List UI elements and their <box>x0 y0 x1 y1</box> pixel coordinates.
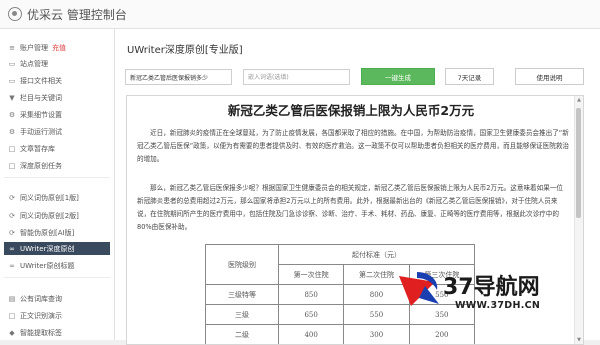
refresh-icon: ⟳ <box>9 193 15 202</box>
sidebar-item-public-lexicon[interactable]: ▤ 公有词库查询 <box>4 292 110 305</box>
sidebar-item-smart-tags[interactable]: ◆ 智能提取标签 <box>4 326 110 339</box>
sidebar-divider <box>4 277 110 278</box>
square-icon: □ <box>8 161 16 170</box>
window-icon: ▭ <box>8 59 16 68</box>
sidebar-item-ai-rewrite[interactable]: ⟳ 智能伪原创[AI版] <box>4 226 110 239</box>
history-button[interactable]: 7天记录 <box>445 68 494 85</box>
sidebar-item-account[interactable]: ≡ 账户管理 充值 <box>4 41 110 54</box>
sidebar-item-uwriter-deep-original[interactable]: ∞ UWriter深度原创 <box>4 242 110 255</box>
refresh-icon: ⟳ <box>9 211 15 220</box>
refresh-icon: ⟳ <box>9 228 15 237</box>
sidebar-item-label: 同义词伪原创[1版] <box>20 193 79 202</box>
site-watermark: 37导航网 WWW.37DH.CN <box>395 266 600 340</box>
sidebar-item-sites[interactable]: ▭ 站点管理 <box>4 57 110 70</box>
sidebar-item-text-recognition-demo[interactable]: □ 正文识别演示 <box>4 309 110 322</box>
recharge-link[interactable]: 充值 <box>52 43 66 53</box>
article-paragraph: 那么，新冠乙类乙管后医保报多少呢？根据国家卫生健康委员会的相关规定，新冠乙类乙管… <box>137 184 564 231</box>
sidebar-item-label: 文章暂存库 <box>20 144 55 153</box>
sidebar-item-collect-settings[interactable]: ⚙ 采集细节设置 <box>4 108 110 121</box>
app-title: 优采云 管理控制台 <box>27 7 127 22</box>
square-icon: □ <box>8 311 16 320</box>
page-title: UWriter深度原创[专业版] <box>127 45 243 56</box>
sidebar-item-synonym-v2[interactable]: ⟳ 同义词伪原创[2版] <box>4 209 110 222</box>
sidebar-item-label: 手动运行测试 <box>20 127 62 136</box>
watermark-name: 37导航网 <box>443 275 540 300</box>
gear-icon: ⚙ <box>8 110 16 119</box>
sidebar-item-manual-run[interactable]: ⚙ 手动运行测试 <box>4 125 110 138</box>
sidebar-item-label: 智能伪原创[AI版] <box>20 228 75 237</box>
sidebar-item-deep-original-tasks[interactable]: □ 深度原创任务 <box>4 159 110 172</box>
scrollbar-thumb[interactable] <box>576 108 581 218</box>
watermark-logo-icon <box>399 272 439 306</box>
sidebar: ≡ 账户管理 充值 ▭ 站点管理 ▭ 接口文件相关 ▼ 栏目与关键词 ⚙ 采集细… <box>0 29 115 340</box>
article-title: 新冠乙类乙管后医保报销上限为人民币2万元 <box>227 103 475 118</box>
tag-icon: ◆ <box>9 328 15 337</box>
app-logo[interactable]: 优采云 管理控制台 <box>8 6 127 23</box>
sidebar-item-label: 接口文件相关 <box>20 76 62 85</box>
sidebar-item-label: 正文识别演示 <box>20 311 62 320</box>
sidebar-item-synonym-v1[interactable]: ⟳ 同义词伪原创[1版] <box>4 191 110 204</box>
table-header-level: 医院级别 <box>205 244 279 285</box>
keyword-input[interactable] <box>243 69 350 85</box>
book-icon: ▤ <box>8 294 16 303</box>
link-icon: ∞ <box>9 244 15 253</box>
sidebar-item-columns-keywords[interactable]: ▼ 栏目与关键词 <box>4 91 110 104</box>
table-cell-level: 三级特等 <box>205 284 279 305</box>
sidebar-item-label: 采集细节设置 <box>20 110 62 119</box>
sidebar-item-label: UWriter深度原创 <box>20 244 75 253</box>
title-input[interactable] <box>125 69 232 85</box>
sidebar-item-label: 账户管理 <box>20 43 48 52</box>
sidebar-item-label: UWriter原创标题 <box>20 261 75 270</box>
table-cell-level: 二级 <box>205 324 279 344</box>
sidebar-item-label: 深度原创任务 <box>20 161 62 170</box>
sidebar-item-label: 栏目与关键词 <box>20 93 62 102</box>
watermark-url: WWW.37DH.CN <box>455 300 541 311</box>
article-paragraph: 近日，新冠肺炎的疫情正在全球蔓延，为了防止疫情发展，各国都采取了相应的措施。在中… <box>137 129 570 163</box>
filter-icon: ▼ <box>9 93 15 102</box>
sidebar-divider <box>4 177 110 178</box>
bars-icon: ≡ <box>9 43 15 52</box>
table-cell: 850 <box>277 284 345 305</box>
sidebar-item-label: 公有词库查询 <box>20 294 62 303</box>
gear-icon: ⚙ <box>8 127 16 136</box>
link-icon: ∞ <box>9 261 15 270</box>
table-cell: 400 <box>277 324 345 344</box>
sidebar-item-uwriter-titles[interactable]: ∞ UWriter原创标题 <box>4 259 110 272</box>
square-icon: □ <box>8 144 16 153</box>
scroll-up-arrow-icon[interactable]: ▲ <box>575 96 583 104</box>
table-cell-level: 三级 <box>205 304 279 325</box>
table-header: 第一次住院 <box>277 264 345 285</box>
logo-icon <box>8 7 22 21</box>
table-cell: 650 <box>277 304 345 325</box>
table-header-group: 起付标准（元） <box>278 244 475 265</box>
window-icon: ▭ <box>8 76 16 85</box>
sidebar-item-label: 同义词伪原创[2版] <box>20 211 79 220</box>
sidebar-item-interface-files[interactable]: ▭ 接口文件相关 <box>4 74 110 87</box>
generate-button[interactable]: 一键生成 <box>361 68 435 85</box>
help-button[interactable]: 使用说明 <box>515 68 584 85</box>
sidebar-item-label: 智能提取标签 <box>20 328 62 337</box>
sidebar-item-label: 站点管理 <box>20 59 48 68</box>
top-bar: 优采云 管理控制台 <box>0 0 600 29</box>
sidebar-item-article-storage[interactable]: □ 文章暂存库 <box>4 142 110 155</box>
